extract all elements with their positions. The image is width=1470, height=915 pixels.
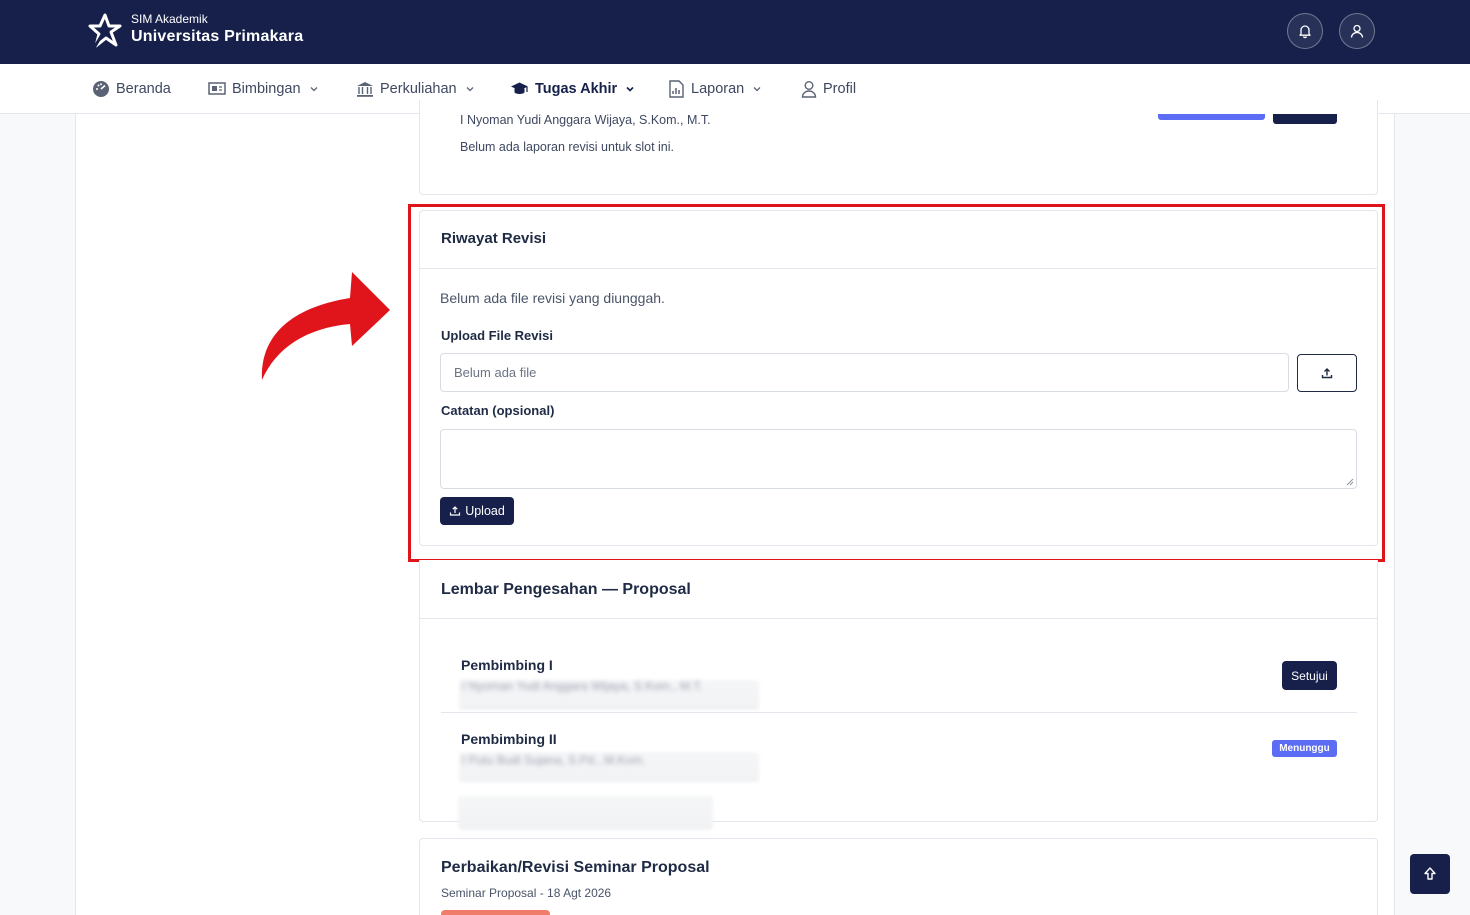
brand-title: Universitas Primakara bbox=[131, 28, 304, 45]
upload-icon bbox=[450, 506, 461, 516]
notification-button[interactable] bbox=[1287, 13, 1323, 49]
redacted-area bbox=[458, 796, 713, 830]
pembimbing-name: I Nyoman Yudi Anggara Wijaya, S.Kom., M.… bbox=[460, 113, 711, 127]
action-button[interactable] bbox=[1273, 114, 1337, 124]
bell-icon bbox=[1299, 25, 1311, 39]
user-icon bbox=[801, 81, 817, 98]
resize-handle-icon[interactable] bbox=[1346, 478, 1354, 486]
status-badge: Menunggu bbox=[1272, 740, 1337, 757]
brand-subtitle: SIM Akademik bbox=[131, 12, 208, 26]
redacted-name: I Nyoman Yudi Anggara Wijaya, S.Kom., M.… bbox=[462, 679, 703, 693]
chevron-down-icon bbox=[626, 86, 634, 92]
nav-beranda-label: Beranda bbox=[116, 81, 171, 97]
red-arrow-icon bbox=[261, 272, 390, 380]
top-bar: SIM Akademik Universitas Primakara bbox=[0, 0, 1470, 64]
report-icon bbox=[669, 80, 684, 98]
graduation-cap-icon bbox=[511, 82, 528, 94]
choose-file-button[interactable] bbox=[1297, 354, 1357, 392]
card-header-divider bbox=[420, 618, 1377, 619]
empty-state-text: Belum ada file revisi yang diunggah. bbox=[440, 290, 665, 306]
nav-bimbingan-label: Bimbingan bbox=[232, 81, 301, 97]
pembimbing-ii-label: Pembimbing II bbox=[461, 731, 557, 747]
institution-icon bbox=[357, 82, 373, 97]
card-title: Perbaikan/Revisi Seminar Proposal bbox=[441, 859, 710, 876]
chevron-down-icon bbox=[310, 87, 317, 92]
card-title: Riwayat Revisi bbox=[441, 230, 547, 247]
card-title: Lembar Pengesahan — Proposal bbox=[441, 581, 691, 598]
scroll-to-top-button[interactable] bbox=[1410, 854, 1450, 894]
status-badge bbox=[1158, 114, 1265, 120]
status-badge bbox=[441, 910, 550, 915]
chevron-down-icon bbox=[466, 87, 474, 92]
upload-button-label: Upload bbox=[465, 504, 505, 518]
nav-laporan-label: Laporan bbox=[691, 81, 745, 97]
card-header bbox=[420, 211, 1377, 269]
upload-button[interactable]: Upload bbox=[440, 497, 514, 525]
nav-bimbingan[interactable]: Bimbingan bbox=[208, 64, 319, 114]
card-subtitle: Seminar Proposal - 18 Agt 2026 bbox=[441, 886, 612, 900]
file-input[interactable]: Belum ada file bbox=[440, 353, 1289, 392]
upload-file-label: Upload File Revisi bbox=[441, 328, 553, 343]
nav-beranda[interactable]: Beranda bbox=[92, 64, 171, 114]
nav-tugas-akhir-label: Tugas Akhir bbox=[535, 81, 618, 97]
presentation-icon bbox=[208, 82, 226, 95]
note-textarea[interactable] bbox=[440, 429, 1357, 489]
note-label: Catatan (opsional) bbox=[441, 403, 555, 418]
row-divider bbox=[441, 712, 1357, 713]
university-logo-icon[interactable] bbox=[86, 12, 124, 50]
user-menu-button[interactable] bbox=[1339, 13, 1375, 49]
redacted-name: I Putu Budi Sujana, S.Pd., M.Kom. bbox=[462, 753, 646, 767]
upload-icon bbox=[1321, 368, 1333, 379]
nav-profil-label: Profil bbox=[823, 81, 857, 97]
user-icon bbox=[1350, 24, 1364, 38]
arrow-up-icon bbox=[1424, 867, 1436, 880]
revisi-report-note: Belum ada laporan revisi untuk slot ini. bbox=[460, 140, 675, 154]
pembimbing-i-label: Pembimbing I bbox=[461, 657, 553, 673]
gauge-icon bbox=[93, 81, 109, 97]
setujui-button[interactable]: Setujui bbox=[1282, 661, 1337, 690]
chevron-down-icon bbox=[753, 87, 761, 92]
nav-perkuliahan-label: Perkuliahan bbox=[380, 81, 457, 97]
